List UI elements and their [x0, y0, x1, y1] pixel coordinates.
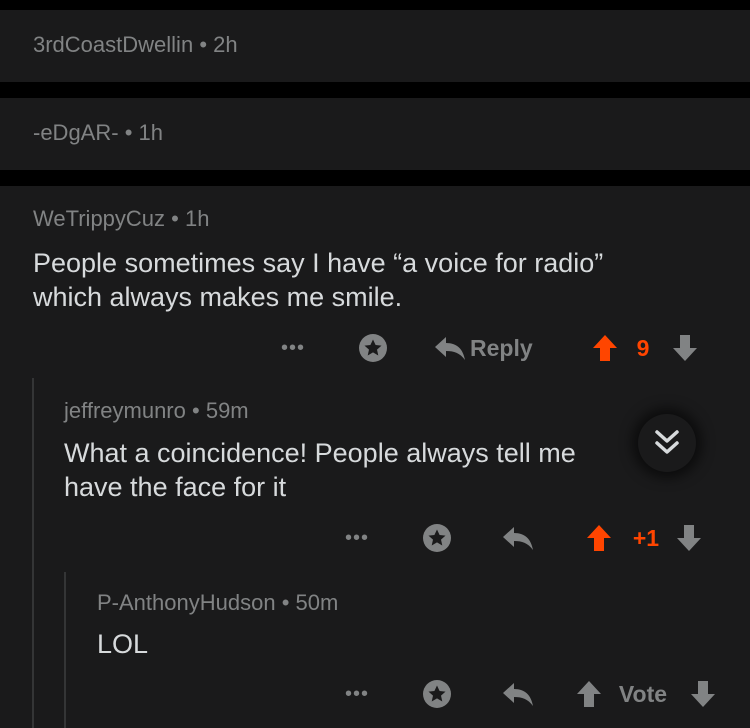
meta-separator: •: [199, 32, 208, 57]
comment-meta: 3rdCoastDwellin • 2h: [33, 32, 238, 58]
collapse-chevrons-icon: [655, 430, 679, 454]
downvote-arrow-icon: [691, 681, 715, 707]
vote-score: +1: [626, 524, 666, 552]
meta-separator: •: [124, 120, 133, 145]
thread-indent-line[interactable]: [32, 378, 34, 728]
upvote-button[interactable]: [574, 678, 604, 710]
more-options-button[interactable]: •••: [276, 334, 310, 362]
more-options-icon: •••: [344, 682, 369, 705]
reply-label: Reply: [470, 334, 533, 361]
downvote-button[interactable]: [674, 522, 704, 554]
award-button[interactable]: [356, 331, 390, 365]
comment-body-line: have the face for it: [64, 472, 287, 502]
more-options-icon: •••: [344, 526, 369, 549]
meta-separator: •: [171, 206, 179, 231]
upvote-arrow-icon: [587, 525, 611, 551]
comment-author[interactable]: -eDgAR-: [33, 120, 119, 145]
downvote-arrow-icon: [677, 525, 701, 551]
thread-indent-line[interactable]: [64, 572, 66, 728]
vote-score: Vote: [612, 680, 674, 708]
comment-body-line: People sometimes say I have “a voice for…: [33, 248, 604, 278]
upvote-button[interactable]: [590, 332, 620, 364]
comment-author[interactable]: P-AnthonyHudson: [97, 590, 276, 615]
upvote-arrow-icon: [593, 335, 617, 361]
downvote-arrow-icon: [673, 335, 697, 361]
reply-button[interactable]: Reply: [434, 331, 538, 365]
comment-age: 59m: [205, 398, 249, 423]
comment-body-line: LOL: [97, 629, 149, 659]
comment-author[interactable]: 3rdCoastDwellin: [33, 32, 193, 57]
collapsed-comment[interactable]: -eDgAR- • 1h: [0, 98, 750, 170]
vote-score: 9: [626, 334, 660, 362]
reply-button[interactable]: [500, 521, 536, 555]
more-options-button[interactable]: •••: [340, 680, 374, 708]
award-icon: [423, 524, 451, 552]
upvote-button[interactable]: [584, 522, 614, 554]
award-icon: [359, 334, 387, 362]
meta-separator: •: [281, 590, 290, 615]
comment-author[interactable]: WeTrippyCuz: [33, 206, 165, 231]
comment-author[interactable]: jeffreymunro: [64, 398, 186, 423]
comment-body: LOL: [97, 627, 148, 661]
award-button[interactable]: [420, 677, 454, 711]
comment-meta: P-AnthonyHudson • 50m: [97, 590, 338, 616]
comment-age: 2h: [213, 32, 238, 57]
reply-button[interactable]: [500, 677, 536, 711]
comment-body-line: which always makes me smile.: [33, 282, 403, 312]
reply-arrow-icon: [503, 683, 533, 706]
comment-body: People sometimes say I have “a voice for…: [33, 246, 603, 314]
score-value: Vote: [618, 680, 668, 707]
meta-separator: •: [192, 398, 200, 423]
downvote-button[interactable]: [670, 332, 700, 364]
more-options-button[interactable]: •••: [340, 524, 374, 552]
comment-body-line: What a coincidence! People always tell m…: [64, 438, 576, 468]
collapsed-comment[interactable]: 3rdCoastDwellin • 2h: [0, 10, 750, 82]
comment-meta: -eDgAR- • 1h: [33, 120, 163, 146]
collapse-thread-button[interactable]: [638, 414, 696, 472]
comment-thread: WeTrippyCuz • 1h People sometimes say I …: [0, 186, 750, 728]
comment-age: 50m: [295, 590, 339, 615]
comment-age: 1h: [138, 120, 164, 145]
downvote-button[interactable]: [688, 678, 718, 710]
comment-meta: WeTrippyCuz • 1h: [33, 206, 209, 232]
reply-arrow-icon: [503, 527, 533, 550]
score-value: +1: [632, 524, 660, 551]
award-icon: [423, 680, 451, 708]
reply-arrow-icon: [435, 337, 465, 360]
comment-age: 1h: [185, 206, 210, 231]
comment-body: What a coincidence! People always tell m…: [64, 436, 676, 504]
score-value: 9: [636, 334, 650, 361]
upvote-arrow-icon: [577, 681, 601, 707]
more-options-icon: •••: [280, 336, 305, 359]
award-button[interactable]: [420, 521, 454, 555]
comment-meta: jeffreymunro • 59m: [64, 398, 249, 424]
